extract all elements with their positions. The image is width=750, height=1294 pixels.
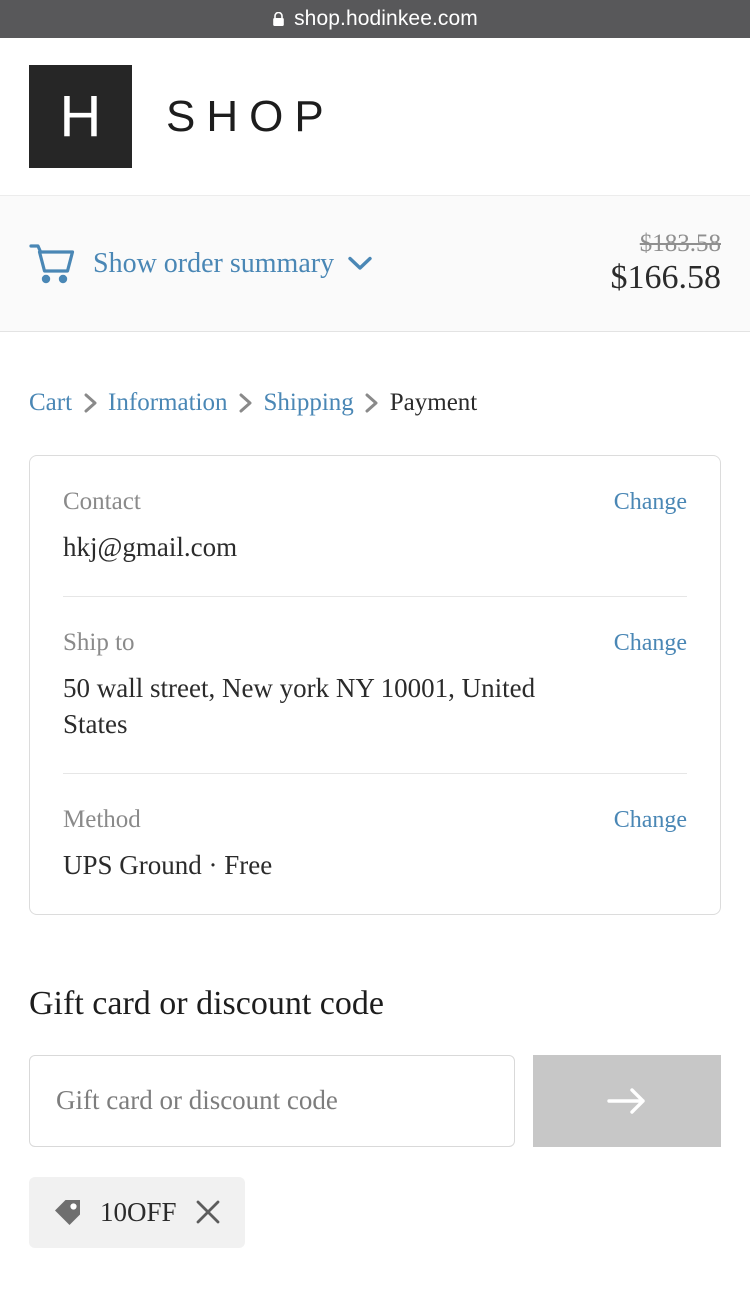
review-row-method: Method Change UPS Ground · Free (63, 772, 687, 914)
review-label-ship-to: Ship to (63, 628, 135, 656)
apply-discount-button[interactable] (533, 1054, 721, 1147)
review-row-ship-to: Ship to Change 50 wall street, New york … (63, 595, 687, 773)
discount-code-label: 10OFF (100, 1196, 177, 1227)
breadcrumb-item-payment: Payment (389, 389, 478, 416)
tag-icon (55, 1199, 80, 1225)
url-text: shop.hodinkee.com (294, 7, 478, 30)
review-label-method: Method (63, 805, 141, 833)
price-original: $183.58 (639, 230, 721, 258)
arrow-right-icon (607, 1087, 645, 1114)
review-value-contact: hkj@gmail.com (63, 532, 238, 562)
chevron-down-icon (348, 256, 372, 270)
checkout-main: Cart Information Shipping Payment Contac… (0, 332, 750, 1294)
remove-discount-button[interactable] (193, 1197, 223, 1227)
review-label-contact: Contact (63, 488, 141, 515)
shopping-cart-icon (29, 243, 75, 283)
site-header: H SHOP (0, 38, 750, 196)
order-summary-toggle[interactable]: Show order summary (29, 243, 372, 285)
brand-logo-mark[interactable]: H (29, 65, 132, 168)
chevron-right-icon (354, 393, 390, 413)
change-method-button[interactable]: Change (614, 807, 687, 834)
change-address-button[interactable]: Change (614, 630, 687, 657)
review-value-method: UPS Ground · Free (63, 849, 273, 880)
price-total: $166.58 (610, 259, 722, 297)
browser-url-bar[interactable]: shop.hodinkee.com (0, 0, 750, 38)
chevron-right-icon (72, 393, 108, 413)
breadcrumb-item-cart[interactable]: Cart (29, 389, 72, 417)
review-value-ship-to: 50 wall street, New york NY 10001, Unite… (63, 672, 536, 739)
close-icon (196, 1200, 219, 1224)
brand-logo-letter: H (59, 83, 102, 149)
lock-icon (273, 11, 284, 26)
brand-logo-word: SHOP (166, 91, 335, 141)
breadcrumb-item-information[interactable]: Information (108, 389, 227, 417)
breadcrumb: Cart Information Shipping Payment (29, 332, 721, 417)
review-row-contact: Contact Change hkj@gmail.com (63, 456, 687, 596)
order-summary-bar[interactable]: Show order summary $183.58 $166.58 (0, 196, 750, 332)
gift-card-form (29, 1054, 721, 1147)
order-summary-prices: $183.58 $166.58 (610, 230, 722, 297)
breadcrumb-item-shipping[interactable]: Shipping (263, 389, 353, 417)
change-contact-button[interactable]: Change (614, 489, 687, 516)
order-summary-label-group[interactable]: Show order summary (93, 248, 372, 280)
chevron-right-icon (227, 393, 263, 413)
order-review-card: Contact Change hkj@gmail.com Ship to Cha… (29, 455, 721, 915)
order-summary-label: Show order summary (93, 247, 335, 279)
applied-discount-chip: 10OFF (29, 1176, 245, 1248)
gift-card-input[interactable] (29, 1054, 515, 1147)
gift-card-section-title: Gift card or discount code (29, 984, 384, 1022)
